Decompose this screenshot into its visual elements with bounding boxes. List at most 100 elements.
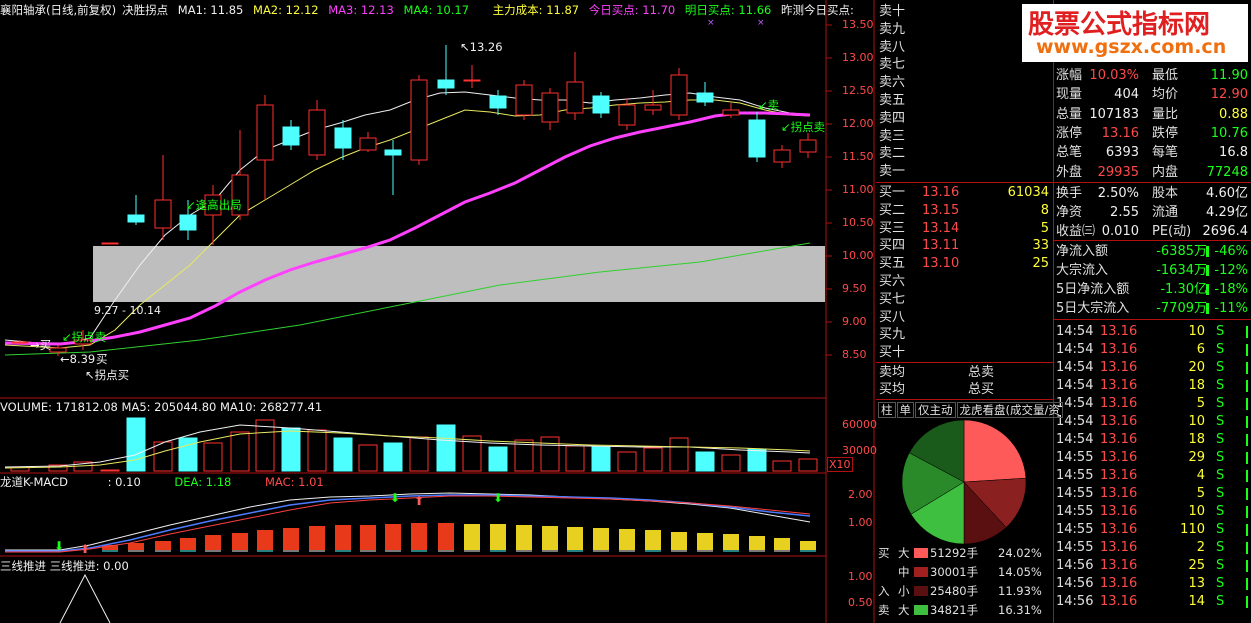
- buy-level-row: 买一 13.16 61034: [876, 184, 1053, 201]
- tick-indicator: [1246, 398, 1248, 410]
- candle-body[interactable]: [308, 109, 326, 156]
- sell-avg-row: 卖均 总卖: [876, 364, 1053, 381]
- candle-body[interactable]: [773, 149, 791, 163]
- pie-tabs[interactable]: 柱单仅主动 龙虎看盘(成交量/资: [878, 402, 1064, 418]
- buy-level-row: 买二 13.15 8: [876, 202, 1053, 219]
- candle-body[interactable]: [515, 84, 533, 116]
- tick-side: S: [1216, 486, 1225, 501]
- pie-pct: 14.05%: [998, 565, 1042, 579]
- candle-body[interactable]: [644, 104, 662, 111]
- tab-active-only[interactable]: 仅主动: [915, 402, 956, 418]
- tick-time: 14:54: [1056, 324, 1094, 339]
- tick-row: 14:55 13.16 29 S: [1054, 449, 1251, 467]
- kline-chart-area[interactable]: ⬇ ⬆ ⬇ ⬆ ⬇ × × 襄阳轴承(日线,前复权) 决胜拐点 MA1: 11.8…: [0, 0, 877, 623]
- candle-body[interactable]: [256, 104, 274, 161]
- tick-time: 14:55: [1056, 504, 1094, 519]
- tick-side: S: [1216, 360, 1225, 375]
- chase-exit-signal: ↙逢高出局: [186, 198, 242, 212]
- volume-bar: [669, 437, 689, 472]
- candle-body[interactable]: [618, 104, 636, 126]
- tick-price: 13.16: [1100, 558, 1138, 573]
- flow-label: 净流入额: [1056, 244, 1109, 259]
- candle-body[interactable]: [722, 109, 740, 116]
- macd-bar: [516, 525, 532, 550]
- sell-level-label: 卖九: [879, 21, 906, 37]
- candle-body[interactable]: [359, 137, 377, 151]
- volume-axis-60000: 60000: [842, 418, 877, 431]
- total-sell-label: 总卖: [968, 365, 995, 380]
- pie-size: 大: [898, 603, 910, 617]
- tick-price: 13.16: [1100, 396, 1138, 411]
- main-cost-label: 主力成本: 11.87: [492, 3, 580, 17]
- volume-bar: [307, 429, 327, 472]
- macd-bar: [438, 523, 454, 550]
- tick-volume: 5: [1196, 396, 1205, 411]
- tick-volume: 25: [1188, 558, 1205, 573]
- tick-row: 14:54 13.16 6 S: [1054, 341, 1251, 359]
- pie-swatch: [914, 567, 928, 577]
- stat-label: 涨幅: [1056, 68, 1083, 83]
- flow-indicator-bar: [1206, 246, 1209, 257]
- candle-body[interactable]: [463, 79, 481, 82]
- pie-volume: 34821手: [930, 603, 979, 617]
- tick-indicator: [1246, 326, 1248, 338]
- tick-side: S: [1216, 342, 1225, 357]
- volume-bar: [798, 458, 818, 472]
- stat-label: 总量: [1056, 106, 1083, 122]
- candle-body[interactable]: [282, 126, 300, 146]
- flow-label: 5日大宗流入: [1056, 301, 1130, 316]
- candle-body[interactable]: [696, 92, 714, 103]
- candle-body[interactable]: [592, 95, 610, 114]
- tick-side: S: [1216, 324, 1225, 339]
- chase-exit-text: 逢高出局: [195, 198, 242, 212]
- stat-label: 涨停: [1056, 125, 1083, 141]
- candle-body[interactable]: [101, 242, 119, 245]
- guaidian-buy-signal: ↖拐点买: [85, 368, 130, 382]
- volume-bar: [591, 446, 611, 472]
- buy-avg-label: 买均: [879, 382, 906, 397]
- tick-indicator: [1246, 596, 1248, 608]
- candle-body[interactable]: [489, 95, 507, 109]
- capital-flow-row: 大宗流入 -1634万 -12%: [1054, 261, 1251, 280]
- candle-body[interactable]: [334, 127, 352, 149]
- macd-dif: : 0.10: [107, 475, 141, 489]
- tick-side: S: [1216, 540, 1225, 555]
- volume-unit-badge[interactable]: X10: [827, 457, 853, 472]
- tick-volume: 18: [1188, 378, 1205, 393]
- pie-pct: 24.02%: [998, 546, 1042, 560]
- tab-bar[interactable]: 柱: [878, 402, 896, 418]
- tick-price: 13.16: [1100, 378, 1138, 393]
- candle-body[interactable]: [127, 214, 145, 223]
- high-value: 13.26: [469, 40, 503, 54]
- candle-body[interactable]: [566, 81, 584, 114]
- candle-body[interactable]: [670, 74, 688, 116]
- macd-dea: DEA: 1.18: [174, 475, 232, 489]
- stat-label: 换手: [1056, 186, 1083, 201]
- candle-body[interactable]: [384, 149, 402, 156]
- sell-level-label: 卖三: [879, 128, 906, 144]
- candle-body[interactable]: [437, 79, 455, 89]
- volume-bar: [617, 451, 637, 472]
- buy-level-label: 买五: [879, 256, 906, 272]
- tick-price: 13.16: [1100, 594, 1138, 609]
- volume-bar: [358, 444, 378, 472]
- candle-body[interactable]: [11, 341, 29, 344]
- quote-stat-row: 总量 107183 量比 0.88: [1054, 105, 1251, 124]
- candle-body[interactable]: [179, 214, 197, 231]
- candle-body[interactable]: [410, 79, 428, 161]
- macd-bar: [155, 541, 171, 550]
- tick-side: S: [1216, 378, 1225, 393]
- stock-period-label: 襄阳轴承(日线,前复权): [0, 3, 117, 17]
- candle-body[interactable]: [748, 119, 766, 158]
- tick-volume: 10: [1188, 504, 1205, 519]
- tab-dragon-tiger[interactable]: 龙虎看盘(成交量/资: [956, 402, 1063, 418]
- tick-list-panel[interactable]: 14:54 13.16 10 S 14:54 13.16 6 S 14:54 13.16 20 S 14…: [1054, 320, 1251, 623]
- candle-body[interactable]: [154, 199, 172, 229]
- ma4-label: MA4: 10.17: [403, 3, 470, 17]
- volume-bar: [747, 448, 767, 472]
- tick-side: S: [1216, 468, 1225, 483]
- tab-single[interactable]: 单: [896, 402, 914, 418]
- candle-body[interactable]: [541, 92, 559, 123]
- candle-body[interactable]: [799, 139, 817, 153]
- tick-row: 14:55 13.16 2 S: [1054, 539, 1251, 557]
